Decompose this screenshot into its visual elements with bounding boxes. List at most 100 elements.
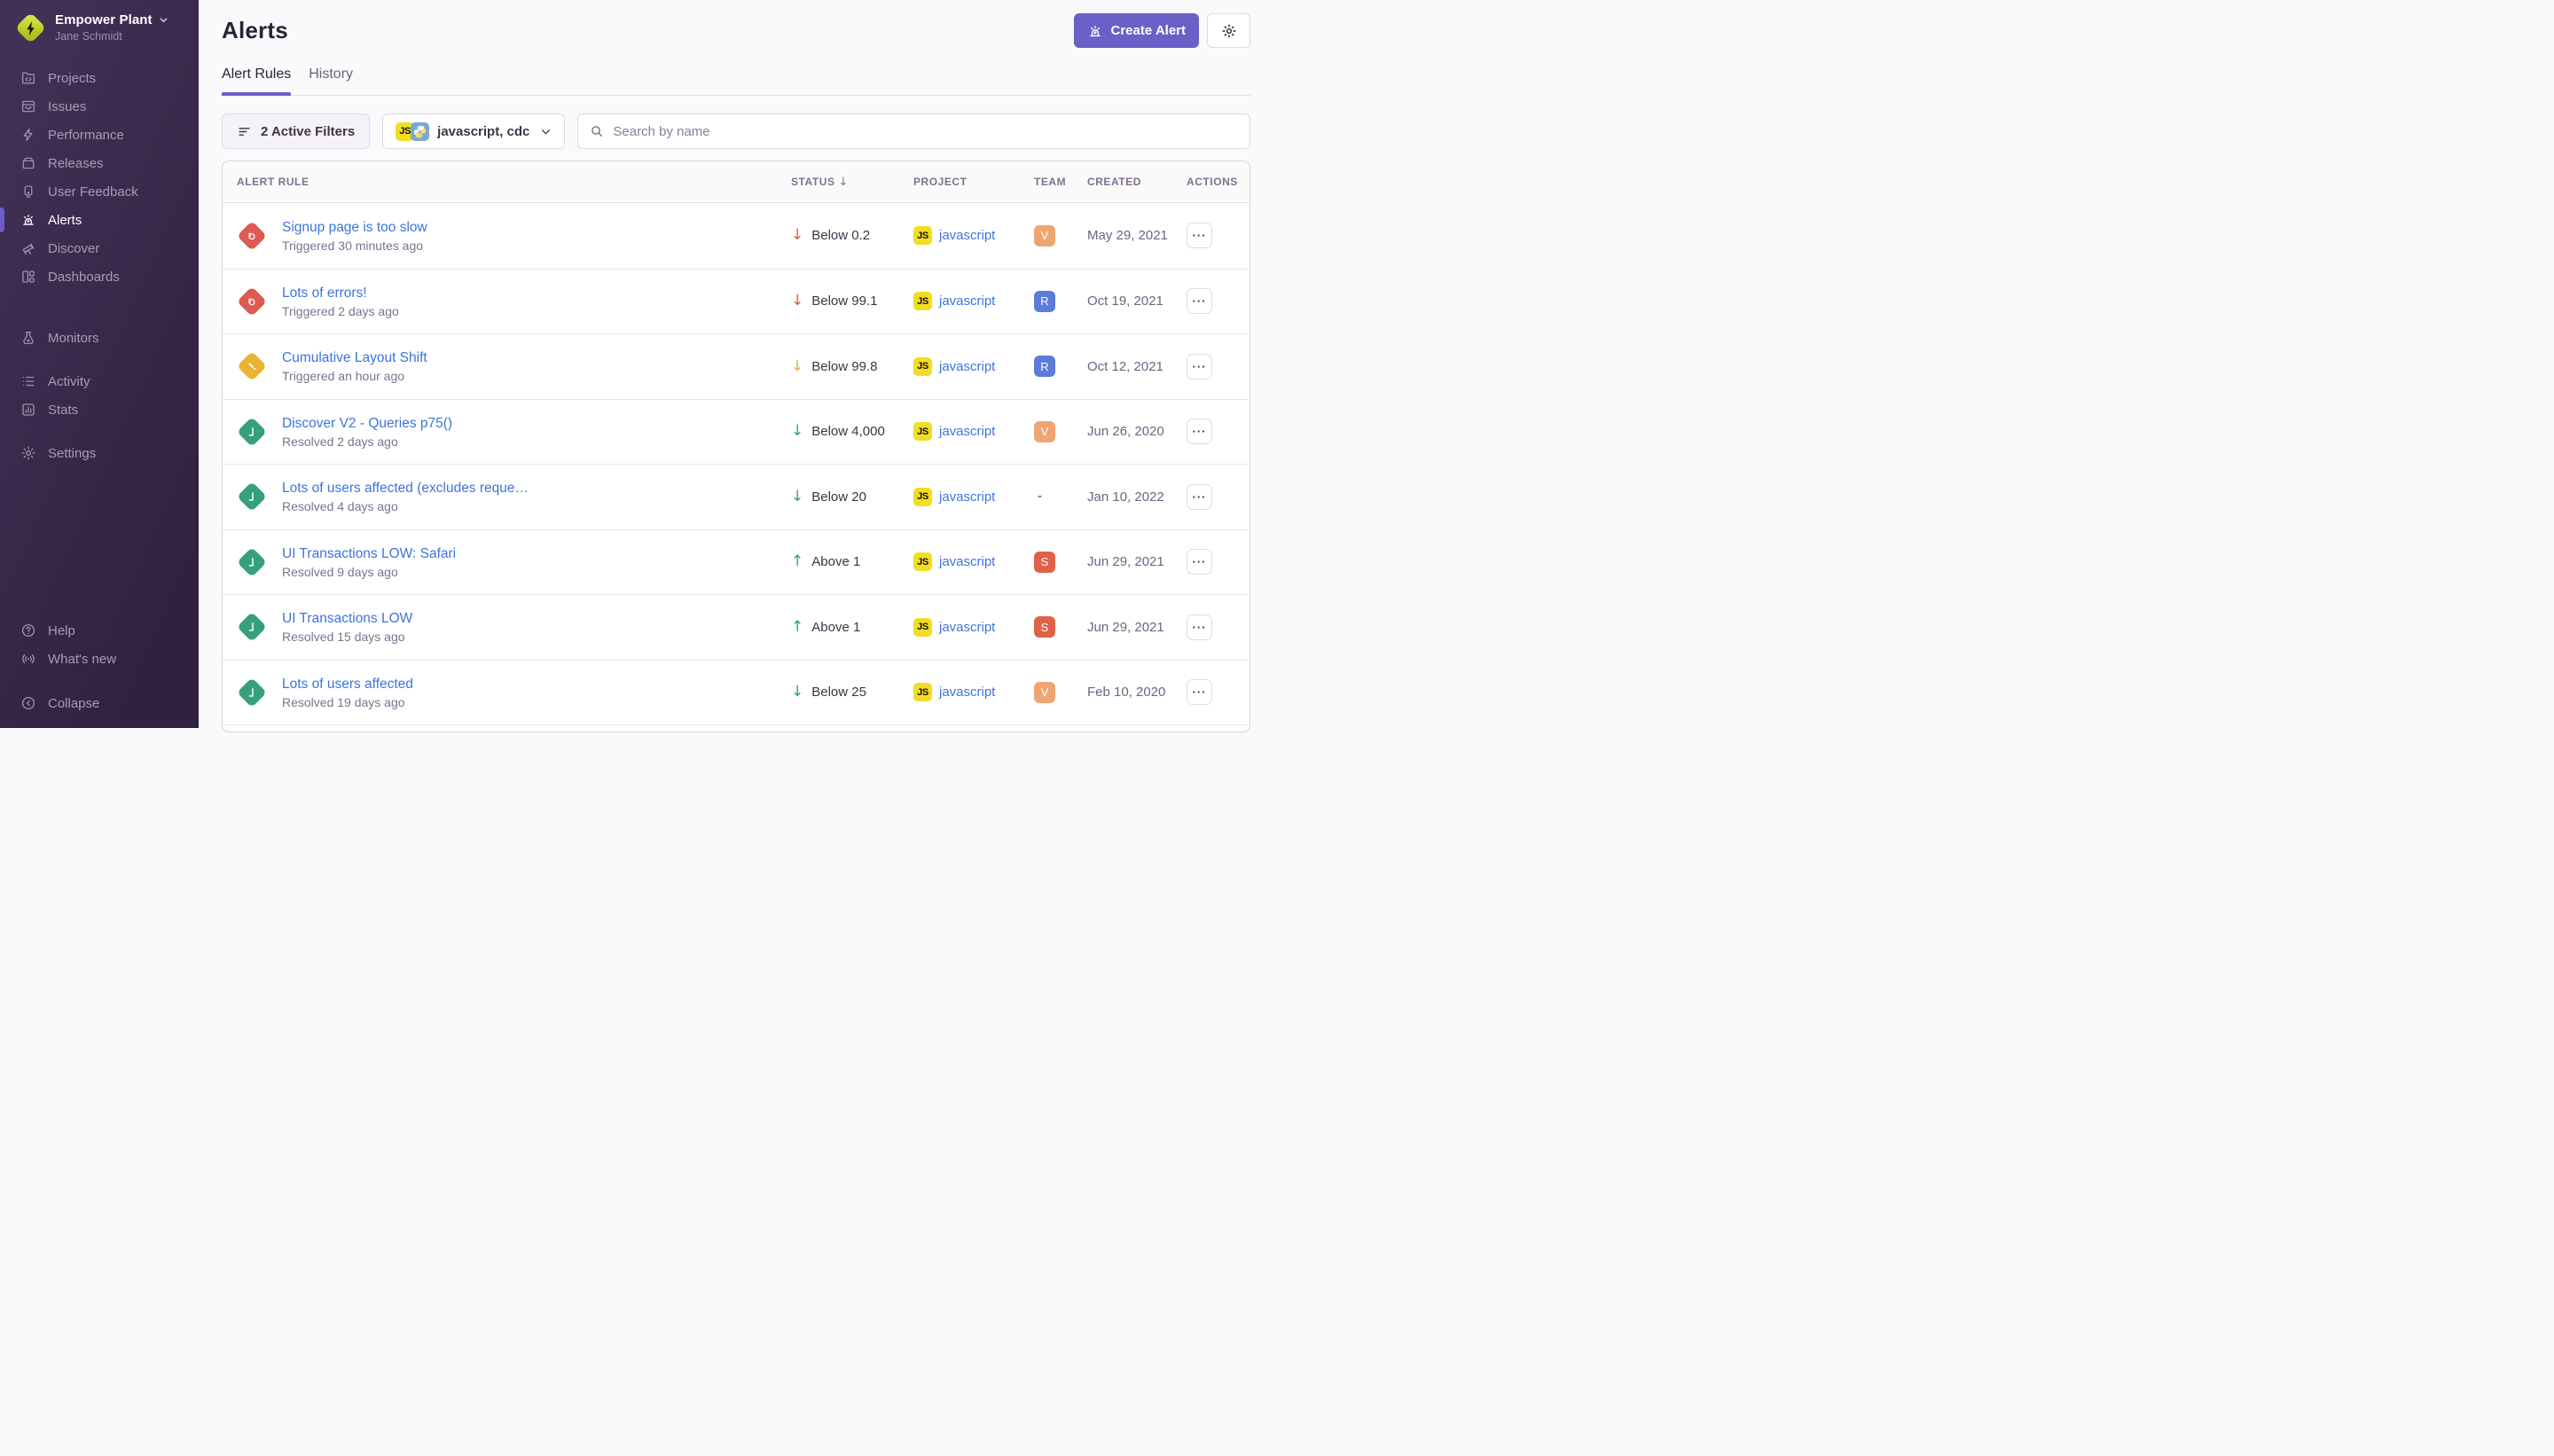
sidebar-footer: Help What's new Collapse bbox=[0, 616, 199, 717]
user-feedback-icon bbox=[20, 184, 36, 200]
status-cell: ↓ Below 20 bbox=[791, 489, 913, 505]
alert-rule-link[interactable]: UI Transactions LOW: Safari bbox=[282, 545, 456, 562]
alert-rule-link[interactable]: Cumulative Layout Shift bbox=[282, 349, 427, 366]
project-link[interactable]: javascript bbox=[939, 424, 995, 439]
siren-icon bbox=[1087, 23, 1103, 39]
project-cell: JS javascript bbox=[913, 357, 1034, 376]
app-root: Empower Plant Jane Schmidt Projects Issue… bbox=[0, 0, 1277, 728]
search-input[interactable] bbox=[613, 124, 1238, 139]
alert-rule-subtext: Triggered 2 days ago bbox=[282, 304, 399, 318]
project-selector[interactable]: JS javascript, cdc bbox=[382, 114, 565, 149]
sidebar-item-monitors[interactable]: Monitors bbox=[0, 324, 199, 352]
tab-alert-rules[interactable]: Alert Rules bbox=[222, 67, 291, 95]
row-actions-button[interactable]: ··· bbox=[1187, 419, 1212, 444]
actions-cell: ··· bbox=[1187, 419, 1235, 444]
sidebar-item-performance[interactable]: Performance bbox=[0, 121, 199, 149]
sidebar-item-label: Discover bbox=[48, 241, 99, 256]
tab-bar: Alert Rules History bbox=[222, 67, 1250, 96]
sidebar: Empower Plant Jane Schmidt Projects Issue… bbox=[0, 0, 199, 728]
alert-rule-link[interactable]: Lots of users affected (excludes reque… bbox=[282, 480, 529, 497]
sidebar-item-label: Settings bbox=[48, 446, 96, 461]
activity-icon bbox=[20, 373, 36, 389]
row-actions-button[interactable]: ··· bbox=[1187, 354, 1212, 380]
sidebar-item-discover[interactable]: Discover bbox=[0, 234, 199, 262]
created-date: Oct 12, 2021 bbox=[1087, 359, 1187, 374]
sidebar-item-label: Projects bbox=[48, 71, 96, 86]
sidebar-item-label: Activity bbox=[48, 374, 90, 389]
project-link[interactable]: javascript bbox=[939, 359, 995, 374]
row-actions-button[interactable]: ··· bbox=[1187, 484, 1212, 510]
table-row: ! Cumulative Layout Shift Triggered an h… bbox=[223, 333, 1250, 399]
column-header-status[interactable]: Status↓ bbox=[791, 176, 913, 189]
status-threshold: Above 1 bbox=[811, 620, 860, 635]
sidebar-item-issues[interactable]: Issues bbox=[0, 92, 199, 121]
sidebar-item-releases[interactable]: Releases bbox=[0, 149, 199, 177]
project-link[interactable]: javascript bbox=[939, 489, 995, 505]
flame-icon bbox=[246, 229, 259, 242]
alert-status-diamond bbox=[237, 612, 267, 642]
alert-rule-link[interactable]: Signup page is too slow bbox=[282, 219, 427, 236]
org-switcher[interactable]: Empower Plant Jane Schmidt bbox=[0, 7, 199, 48]
row-actions-button[interactable]: ··· bbox=[1187, 288, 1212, 314]
alert-rule-link[interactable]: Discover V2 - Queries p75() bbox=[282, 415, 452, 432]
sidebar-item-label: Help bbox=[48, 623, 75, 638]
sidebar-item-activity[interactable]: Activity bbox=[0, 367, 199, 395]
alert-rule-link[interactable]: Lots of errors! bbox=[282, 285, 399, 301]
alert-rule-cell: ! Cumulative Layout Shift Triggered an h… bbox=[237, 349, 791, 383]
alert-rule-link[interactable]: UI Transactions LOW bbox=[282, 610, 412, 627]
active-filters-button[interactable]: 2 Active Filters bbox=[222, 114, 370, 149]
sidebar-item-collapse[interactable]: Collapse bbox=[0, 689, 199, 717]
alert-rule-link[interactable]: Lots of users affected bbox=[282, 676, 413, 693]
main-content: Alerts Create Alert Alert RulesHistory 2… bbox=[199, 0, 1277, 728]
status-threshold: Below 0.2 bbox=[811, 228, 870, 243]
sidebar-item-stats[interactable]: Stats bbox=[0, 395, 199, 424]
status-cell: ↑ Above 1 bbox=[791, 620, 913, 635]
sidebar-item-what-s-new[interactable]: What's new bbox=[0, 645, 199, 673]
project-link[interactable]: javascript bbox=[939, 620, 995, 635]
project-cell: JS javascript bbox=[913, 618, 1034, 637]
created-date: Jun 29, 2021 bbox=[1087, 620, 1187, 635]
team-avatar: R bbox=[1034, 291, 1055, 312]
sidebar-item-user-feedback[interactable]: User Feedback bbox=[0, 177, 199, 206]
alert-rule-cell: Lots of users affected Resolved 19 days … bbox=[237, 676, 791, 709]
sidebar-item-help[interactable]: Help bbox=[0, 616, 199, 645]
tab-history[interactable]: History bbox=[309, 67, 353, 95]
project-link[interactable]: javascript bbox=[939, 685, 995, 700]
nav-section: Projects IssuesPerformance Releases User Fe… bbox=[0, 64, 199, 291]
project-cell: JS javascript bbox=[913, 226, 1034, 245]
user-name: Jane Schmidt bbox=[55, 30, 168, 43]
row-actions-button[interactable]: ··· bbox=[1187, 614, 1212, 640]
alert-settings-button[interactable] bbox=[1207, 13, 1250, 48]
status-threshold: Below 99.8 bbox=[811, 359, 877, 374]
project-link[interactable]: javascript bbox=[939, 554, 995, 569]
sidebar-item-label: Releases bbox=[48, 156, 104, 171]
ellipsis-icon: ··· bbox=[1193, 556, 1207, 568]
sidebar-item-label: User Feedback bbox=[48, 184, 138, 200]
sidebar-item-projects[interactable]: Projects bbox=[0, 64, 199, 92]
javascript-icon: JS bbox=[913, 618, 932, 637]
nav-section: Activity Stats bbox=[0, 367, 199, 424]
chevron-down-icon bbox=[159, 15, 168, 25]
project-cell: JS javascript bbox=[913, 422, 1034, 441]
sidebar-item-label: Dashboards bbox=[48, 270, 120, 285]
project-link[interactable]: javascript bbox=[939, 294, 995, 309]
row-actions-button[interactable]: ··· bbox=[1187, 223, 1212, 248]
actions-cell: ··· bbox=[1187, 354, 1235, 380]
create-alert-button[interactable]: Create Alert bbox=[1074, 13, 1199, 48]
row-actions-button[interactable]: ··· bbox=[1187, 679, 1212, 705]
row-actions-button[interactable]: ··· bbox=[1187, 549, 1212, 575]
team-cell: S bbox=[1034, 552, 1087, 573]
project-link[interactable]: javascript bbox=[939, 228, 995, 243]
alert-status-diamond bbox=[237, 677, 267, 708]
sidebar-item-settings[interactable]: Settings bbox=[0, 439, 199, 467]
alert-status-diamond: ! bbox=[237, 351, 267, 381]
team-avatar: R bbox=[1034, 356, 1055, 377]
status-cell: ↓ Below 25 bbox=[791, 685, 913, 700]
sidebar-item-dashboards[interactable]: Dashboards bbox=[0, 262, 199, 291]
sidebar-item-alerts[interactable]: Alerts bbox=[0, 206, 199, 234]
table-row: Discover V2 - Queries p75() Resolved 2 d… bbox=[223, 399, 1250, 465]
alert-status-diamond bbox=[237, 286, 267, 317]
status-cell: ↓ Below 0.2 bbox=[791, 228, 913, 243]
alert-rule-cell: UI Transactions LOW: Safari Resolved 9 d… bbox=[237, 545, 791, 579]
filter-icon bbox=[237, 124, 252, 139]
